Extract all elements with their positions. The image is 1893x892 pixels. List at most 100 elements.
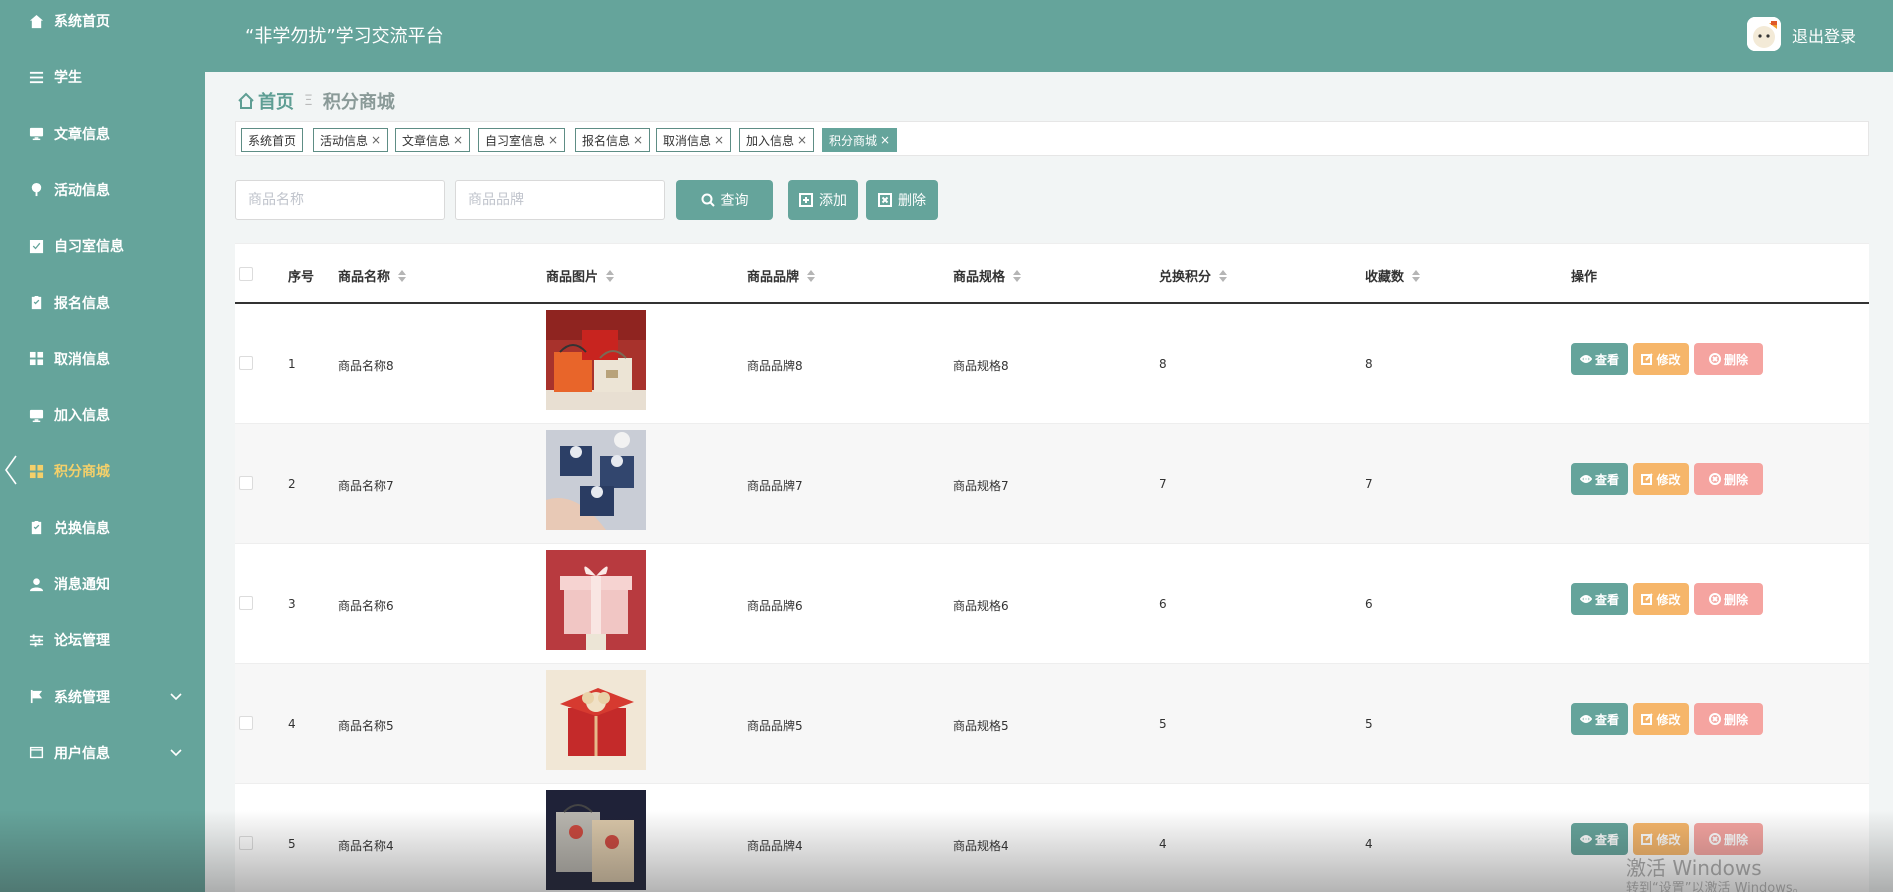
sidebar-item-8[interactable]: 加入信息 (0, 387, 205, 443)
edit-icon (1641, 833, 1656, 845)
cell-spec: 商品规格8 (953, 359, 1009, 373)
sidebar-item-11[interactable]: 消息通知 (0, 556, 205, 612)
avatar[interactable] (1747, 17, 1781, 51)
product-image[interactable] (546, 310, 646, 410)
column-header-4[interactable]: 商品品牌 (747, 266, 816, 285)
close-icon[interactable]: × (548, 133, 558, 147)
edit-button[interactable]: 修改 (1633, 823, 1689, 855)
close-icon[interactable]: × (797, 133, 807, 147)
sidebar-item-label: 消息通知 (54, 577, 110, 593)
sidebar-item-9[interactable]: 积分商城 (0, 443, 205, 499)
logout-link[interactable]: 退出登录 (1792, 23, 1856, 47)
sidebar-item-7[interactable]: 取消信息 (0, 331, 205, 387)
tag-1[interactable]: 系统首页 (241, 128, 304, 152)
tag-2[interactable]: 活动信息 × (313, 128, 389, 152)
sidebar-item-13[interactable]: 系统管理 (0, 669, 205, 725)
top-header: “非学勿扰”学习交流平台 退出登录 (205, 0, 1893, 72)
card-icon (28, 745, 44, 761)
sidebar-item-label: 取消信息 (54, 351, 110, 368)
column-header-7[interactable]: 收藏数 (1365, 266, 1421, 285)
sidebar-item-1[interactable]: 系统首页 (0, 0, 205, 49)
sort-icon[interactable] (1412, 269, 1421, 282)
monitor-icon (28, 126, 44, 142)
tag-7[interactable]: 加入信息 × (739, 128, 815, 152)
delete-button[interactable]: 删除 (1694, 463, 1763, 495)
delete-button[interactable]: 删除 (1694, 343, 1763, 375)
close-icon[interactable]: × (633, 133, 643, 147)
close-icon[interactable]: × (714, 133, 724, 147)
delete-button[interactable]: 删除 (1694, 583, 1763, 615)
view-button[interactable]: 查看 (1571, 463, 1628, 495)
sidebar: 系统首页 学生 文章信息 活动信息 自习室信息报名信息取消信息加入信息 积分商城 兑换信息消… (0, 0, 205, 892)
add-button[interactable]: 添加 (788, 180, 858, 220)
row-checkbox[interactable] (239, 356, 253, 370)
view-button[interactable]: 查看 (1571, 583, 1628, 615)
view-button[interactable]: 查看 (1571, 823, 1628, 855)
product-image[interactable] (546, 550, 646, 650)
select-all-checkbox[interactable] (239, 267, 253, 281)
edit-button[interactable]: 修改 (1633, 583, 1689, 615)
row-checkbox[interactable] (239, 596, 253, 610)
table-row: 5 商品名称4 商品品牌4 商品规格4 4 4 查看 修改 删除 (235, 784, 1869, 892)
sidebar-item-6[interactable]: 报名信息 (0, 275, 205, 331)
column-header-5[interactable]: 商品规格 (953, 266, 1022, 285)
column-header-1: 序号 (288, 266, 314, 285)
user-icon (28, 576, 44, 592)
sort-icon[interactable] (1219, 269, 1228, 282)
view-button[interactable]: 查看 (1571, 343, 1628, 375)
sidebar-item-3[interactable]: 文章信息 (0, 106, 205, 162)
breadcrumb-home[interactable]: 首页 (258, 88, 294, 114)
sidebar-item-5[interactable]: 自习室信息 (0, 218, 205, 274)
windows-activation-hint: 转到“设置”以激活 Windows。 (1626, 881, 1806, 892)
column-header-6[interactable]: 兑换积分 (1159, 266, 1228, 285)
close-circle-icon (1708, 353, 1724, 365)
sidebar-item-4[interactable]: 活动信息 (0, 162, 205, 218)
close-icon[interactable]: × (371, 133, 381, 147)
edit-button-label: 修改 (1656, 472, 1681, 487)
sort-icon[interactable] (807, 269, 816, 282)
edit-icon (1641, 713, 1656, 725)
cell-index: 1 (288, 357, 296, 371)
cell-favorites: 4 (1365, 837, 1373, 851)
chevron-down-icon (169, 689, 183, 703)
cell-brand: 商品品牌6 (747, 599, 803, 613)
row-checkbox[interactable] (239, 836, 253, 850)
breadcrumb-separator: Ξ (304, 93, 313, 109)
sidebar-item-label: 报名信息 (54, 295, 110, 312)
edit-button[interactable]: 修改 (1633, 463, 1689, 495)
cell-spec: 商品规格6 (953, 599, 1009, 613)
delete-button[interactable]: 删除 (1694, 703, 1763, 735)
row-checkbox[interactable] (239, 716, 253, 730)
cell-points: 4 (1159, 837, 1167, 851)
sidebar-item-10[interactable]: 兑换信息 (0, 500, 205, 556)
product-brand-input[interactable] (455, 180, 665, 220)
sidebar-item-14[interactable]: 用户信息 (0, 725, 205, 781)
tag-3[interactable]: 文章信息 × (395, 128, 471, 152)
product-name-input[interactable] (235, 180, 445, 220)
column-header-2[interactable]: 商品名称 (338, 266, 407, 285)
row-checkbox[interactable] (239, 476, 253, 490)
sort-icon[interactable] (398, 269, 407, 282)
edit-button[interactable]: 修改 (1633, 343, 1689, 375)
edit-button[interactable]: 修改 (1633, 703, 1689, 735)
tag-5[interactable]: 报名信息 × (575, 128, 651, 152)
home-icon (237, 92, 255, 110)
sidebar-item-12[interactable]: 论坛管理 (0, 612, 205, 668)
product-image[interactable] (546, 430, 646, 530)
sidebar-item-2[interactable]: 学生 (0, 49, 205, 105)
batch-delete-button[interactable]: 删除 (866, 180, 938, 220)
sort-icon[interactable] (606, 269, 615, 282)
view-button[interactable]: 查看 (1571, 703, 1628, 735)
tag-6[interactable]: 取消信息 × (656, 128, 732, 152)
delete-button[interactable]: 删除 (1694, 823, 1763, 855)
close-icon[interactable]: × (880, 133, 890, 147)
tag-8[interactable]: 积分商城 × (822, 128, 898, 152)
tag-4[interactable]: 自习室信息 × (478, 128, 566, 152)
close-icon[interactable]: × (453, 133, 463, 147)
column-header-3[interactable]: 商品图片 (546, 266, 615, 285)
sort-icon[interactable] (1013, 269, 1022, 282)
product-image[interactable] (546, 790, 646, 890)
product-image[interactable] (546, 670, 646, 770)
cell-spec: 商品规格5 (953, 719, 1009, 733)
query-button[interactable]: 查询 (676, 180, 773, 220)
